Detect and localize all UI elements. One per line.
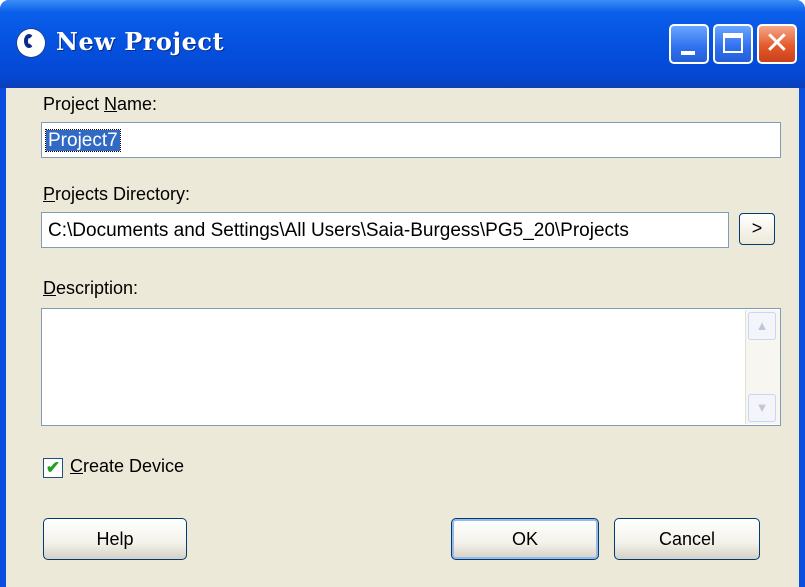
create-device-label[interactable]: Create Device [70,456,184,477]
cancel-button[interactable]: Cancel [614,518,760,560]
project-name-value: Project7 [45,129,121,152]
window-title: New Project [56,27,225,56]
project-name-label: Project Name: [43,94,158,114]
help-button[interactable]: Help [43,518,187,560]
projects-directory-value: C:\Documents and Settings\All Users\Saia… [48,220,629,241]
project-name-input[interactable]: Project7 [41,122,781,158]
close-icon: ✕ [764,26,790,61]
description-label: Description: [43,278,139,298]
title-bar[interactable]: New Project ✕ [0,0,805,88]
scroll-down-arrow-icon[interactable]: ▼ [748,394,776,422]
close-button[interactable]: ✕ [757,24,797,64]
projects-directory-label: Projects Directory: [43,184,191,204]
scroll-up-arrow-icon[interactable]: ▲ [748,312,776,340]
create-device-checkbox[interactable]: ✔ [43,458,63,478]
maximize-button[interactable] [713,24,753,64]
app-logo-icon[interactable] [17,29,45,57]
ok-button[interactable]: OK [451,518,599,560]
browse-directory-button[interactable]: > [739,213,775,245]
description-scrollbar[interactable]: ▲ ▼ [745,310,780,424]
description-textarea[interactable] [41,308,781,426]
maximize-icon [723,33,743,53]
projects-directory-input[interactable]: C:\Documents and Settings\All Users\Saia… [41,212,729,248]
checkmark-icon: ✔ [45,458,61,477]
minimize-button[interactable] [669,24,709,64]
minimize-icon [681,51,695,55]
